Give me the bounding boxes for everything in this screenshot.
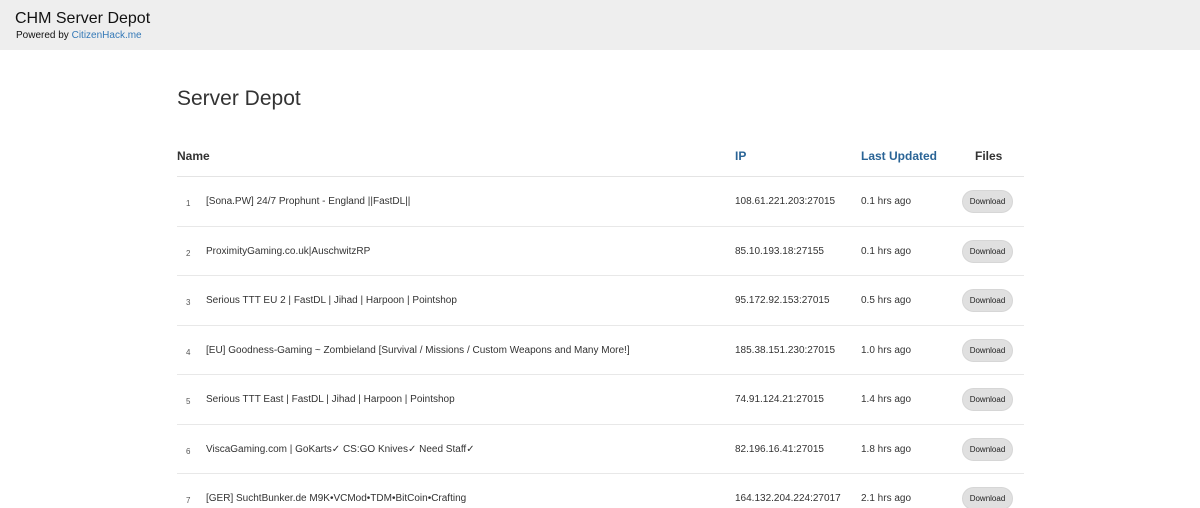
table-row: 7 [GER] SuchtBunker.de M9K•VCMod•TDM•BitC…	[177, 474, 1024, 508]
table-body: 1 [Sona.PW] 24/7 Prophunt - England ||Fas…	[177, 177, 1024, 508]
server-name: ViscaGaming.com | GoKarts✓ CS:GO Knives✓…	[206, 443, 475, 455]
download-button[interactable]: Download	[962, 239, 1013, 263]
server-ip: 164.132.204.224:27017	[735, 493, 841, 504]
server-name: Serious TTT East | FastDL | Jihad | Harp…	[206, 394, 455, 405]
powered-by-label: Powered by	[16, 30, 72, 41]
server-table: Name IP Last Updated Files 1 [Sona.PW] 24…	[177, 135, 1024, 508]
site-brand[interactable]: CHM Server Depot	[15, 10, 150, 28]
row-number: 4	[186, 347, 191, 357]
server-ip: 82.196.16.41:27015	[735, 443, 824, 455]
citizenhack-link[interactable]: CitizenHack.me	[72, 30, 142, 41]
table-row: 1 [Sona.PW] 24/7 Prophunt - England ||Fas…	[177, 177, 1024, 227]
last-updated: 1.4 hrs ago	[861, 394, 912, 405]
download-button[interactable]: Download	[962, 289, 1013, 312]
column-header-last-updated[interactable]: Last Updated	[861, 149, 937, 163]
download-button[interactable]: Download	[962, 487, 1013, 508]
server-name: ProximityGaming.co.uk|AuschwitzRP	[206, 245, 371, 257]
last-updated: 0.5 hrs ago	[861, 295, 912, 306]
download-button[interactable]: Download	[962, 437, 1013, 461]
page-title: Server Depot	[177, 87, 301, 110]
server-ip: 108.61.221.203:27015	[735, 196, 836, 207]
last-updated: 1.0 hrs ago	[861, 344, 912, 356]
table-row: 4 [EU] Goodness-Gaming ~ Zombieland [Surv…	[177, 326, 1024, 375]
server-name: [GER] SuchtBunker.de M9K•VCMod•TDM•BitCo…	[206, 493, 467, 504]
download-button[interactable]: Download	[962, 190, 1013, 213]
download-button[interactable]: Download	[962, 388, 1013, 411]
row-number: 7	[186, 496, 191, 505]
table-row: 5 Serious TTT East | FastDL | Jihad | Har…	[177, 375, 1024, 425]
row-number: 2	[186, 248, 191, 258]
download-button[interactable]: Download	[962, 338, 1013, 362]
column-header-files: Files	[975, 149, 1003, 163]
table-header: Name IP Last Updated Files	[177, 135, 1024, 177]
server-name: Serious TTT EU 2 | FastDL | Jihad | Harp…	[206, 295, 457, 306]
table-row: 3 Serious TTT EU 2 | FastDL | Jihad | Har…	[177, 276, 1024, 326]
table-row: 6 ViscaGaming.com | GoKarts✓ CS:GO Knives…	[177, 425, 1024, 474]
row-number: 1	[186, 199, 191, 208]
table-row: 2 ProximityGaming.co.uk|AuschwitzRP 85.10.…	[177, 227, 1024, 276]
server-ip: 85.10.193.18:27155	[735, 245, 824, 257]
top-navbar: CHM Server Depot Powered by CitizenHack.…	[0, 0, 1200, 50]
server-ip: 185.38.151.230:27015	[735, 344, 836, 356]
last-updated: 2.1 hrs ago	[861, 493, 912, 504]
last-updated: 1.8 hrs ago	[861, 443, 912, 455]
server-ip: 95.172.92.153:27015	[735, 295, 830, 306]
row-number: 5	[186, 397, 191, 406]
server-name: [Sona.PW] 24/7 Prophunt - England ||Fast…	[206, 196, 411, 207]
column-header-ip[interactable]: IP	[735, 149, 746, 163]
column-header-name: Name	[177, 149, 210, 163]
last-updated: 0.1 hrs ago	[861, 196, 912, 207]
powered-by: Powered by CitizenHack.me	[16, 30, 142, 42]
server-name: [EU] Goodness-Gaming ~ Zombieland [Survi…	[206, 344, 630, 356]
row-number: 6	[186, 446, 191, 456]
last-updated: 0.1 hrs ago	[861, 245, 912, 257]
row-number: 3	[186, 298, 191, 307]
server-ip: 74.91.124.21:27015	[735, 394, 824, 405]
